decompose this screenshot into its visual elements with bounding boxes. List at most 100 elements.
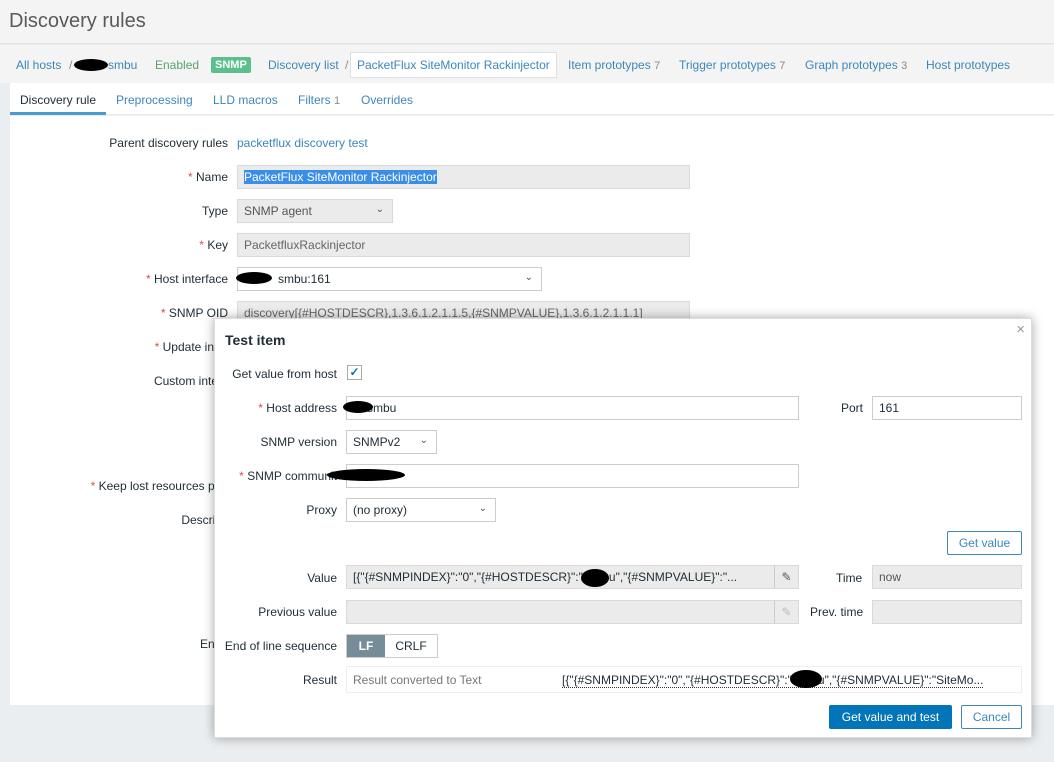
count: 1 xyxy=(334,95,341,107)
text: Keep lost resources peri xyxy=(98,479,228,493)
tab-overrides[interactable]: Overrides xyxy=(361,93,413,107)
type-label: Type xyxy=(201,204,228,218)
proxy-select[interactable]: (no proxy) ⌄ xyxy=(346,498,496,522)
result-label: Result xyxy=(302,673,337,687)
status-enabled[interactable]: Enabled xyxy=(155,58,199,72)
value: SNMP agent xyxy=(244,204,312,218)
selected-text: PacketFlux SiteMonitor Rackinjector xyxy=(244,170,437,184)
result-hint: Result converted to Text xyxy=(353,673,482,687)
name-input[interactable]: PacketFlux SiteMonitor Rackinjector xyxy=(237,165,690,189)
name-label: * Name xyxy=(187,170,228,184)
result-value[interactable]: [{"{#SNMPINDEX}":"0","{#HOSTDESCR}":" sm… xyxy=(562,673,984,688)
interface-label: * Host interface xyxy=(145,272,228,286)
interface-select[interactable]: smbu:161 ⌄ xyxy=(237,267,542,291)
text: Key xyxy=(207,238,228,252)
label: Graph prototypes xyxy=(805,58,898,72)
chevron-down-icon: ⌄ xyxy=(419,435,428,446)
tab-bar: Discovery rule Preprocessing LLD macros … xyxy=(10,83,1054,115)
value-input[interactable]: [{"{#SNMPINDEX}":"0","{#HOSTDESCR}":" sm… xyxy=(346,565,799,589)
prev-time-label: Prev. time xyxy=(810,605,864,619)
key-label: * Key xyxy=(199,238,228,252)
previous-value-label: Previous value xyxy=(258,605,337,619)
breadcrumb-current[interactable]: PacketFlux SiteMonitor Rackinjector xyxy=(350,52,557,78)
page-header xyxy=(0,0,1054,44)
pencil-icon[interactable]: ✎ xyxy=(774,566,798,588)
breadcrumb-separator: / xyxy=(345,58,349,72)
value: (no proxy) xyxy=(353,503,408,517)
tab-filters[interactable]: Filters 1 xyxy=(298,93,340,107)
update-interval-label: * Update inter xyxy=(154,340,228,354)
eol-label: End of line sequence xyxy=(224,639,337,653)
host-address-input[interactable]: -smbu xyxy=(346,396,799,420)
label: Item prototypes xyxy=(568,58,651,72)
redaction xyxy=(327,469,405,481)
count: 7 xyxy=(654,60,661,72)
enabled-label: Enab xyxy=(10,637,228,651)
host-address-label: * Host address xyxy=(258,401,337,415)
get-from-host-label: Get value from host xyxy=(232,367,337,381)
community-input[interactable] xyxy=(346,464,799,488)
parent-link[interactable]: packetflux discovery test xyxy=(237,136,368,150)
parent-label: Parent discovery rules xyxy=(109,136,228,150)
page-title: Discovery rules xyxy=(9,10,146,32)
proxy-label: Proxy xyxy=(306,503,337,517)
value: [{"{#SNMPINDEX}":"0","{#HOSTDESCR}":" sm… xyxy=(353,570,738,584)
eol-option-crlf[interactable]: CRLF xyxy=(385,635,437,657)
eol-toggle: LF CRLF xyxy=(346,634,438,658)
tab-lld-macros[interactable]: LLD macros xyxy=(213,93,278,107)
test-item-dialog: Test item × Get value from host ✓ * Host… xyxy=(214,318,1032,738)
get-value-and-test-button[interactable]: Get value and test xyxy=(829,705,952,729)
label: Trigger prototypes xyxy=(679,58,776,72)
breadcrumb-host[interactable]: smbu xyxy=(108,58,137,72)
redaction xyxy=(581,569,609,587)
eol-option-lf[interactable]: LF xyxy=(347,635,385,657)
custom-intervals-label: Custom interv xyxy=(153,374,228,388)
text: Host interface xyxy=(153,272,228,286)
redaction xyxy=(790,670,822,688)
breadcrumb-all-hosts[interactable]: All hosts xyxy=(16,58,61,72)
label: Filters xyxy=(298,93,331,107)
type-select[interactable]: SNMP agent ⌄ xyxy=(237,199,393,223)
previous-value-input[interactable]: ✎ xyxy=(346,600,799,624)
redaction xyxy=(236,272,272,284)
port-label: Port xyxy=(841,401,864,415)
cancel-button[interactable]: Cancel xyxy=(961,705,1022,729)
time-input[interactable]: now xyxy=(872,565,1022,589)
tab-preprocessing[interactable]: Preprocessing xyxy=(116,93,193,107)
dialog-title: Test item xyxy=(225,332,286,348)
time-label: Time xyxy=(836,571,863,585)
item-prototypes-link[interactable]: Item prototypes 7 xyxy=(568,58,660,72)
description-label: Descripti xyxy=(181,513,228,527)
host-prototypes-link[interactable]: Host prototypes xyxy=(926,58,1010,72)
chevron-down-icon: ⌄ xyxy=(375,204,384,215)
prev-time-input[interactable] xyxy=(872,600,1022,624)
snmp-badge: SNMP xyxy=(211,57,251,73)
breadcrumb-separator: / xyxy=(69,58,73,72)
trigger-prototypes-link[interactable]: Trigger prototypes 7 xyxy=(679,58,785,72)
count: 7 xyxy=(779,60,786,72)
value: smbu:161 xyxy=(278,272,331,286)
value: SNMPv2 xyxy=(353,435,401,449)
community-label: * SNMP communit xyxy=(239,469,337,483)
port-input[interactable]: 161 xyxy=(872,396,1022,420)
graph-prototypes-link[interactable]: Graph prototypes 3 xyxy=(805,58,907,72)
text: Name xyxy=(195,170,228,184)
tab-discovery-rule[interactable]: Discovery rule xyxy=(20,93,96,107)
snmp-version-select[interactable]: SNMPv2 ⌄ xyxy=(346,430,437,454)
count: 3 xyxy=(901,60,908,72)
key-input[interactable]: PacketfluxRackinjector xyxy=(237,233,690,257)
chevron-down-icon: ⌄ xyxy=(478,503,487,514)
redaction xyxy=(74,59,108,71)
snmp-version-label: SNMP version xyxy=(260,435,337,449)
breadcrumb-discovery-list[interactable]: Discovery list xyxy=(268,58,339,72)
breadcrumb: All hosts / smbu Enabled SNMP Discovery … xyxy=(0,45,1054,83)
result-box: Result converted to Text [{"{#SNMPINDEX}… xyxy=(346,666,1022,693)
oid-label: * SNMP OID xyxy=(160,306,228,320)
redaction xyxy=(343,401,373,413)
text: Host address xyxy=(266,401,337,415)
get-value-button[interactable]: Get value xyxy=(947,531,1022,555)
value-label: Value xyxy=(307,571,337,585)
get-from-host-checkbox[interactable]: ✓ xyxy=(347,365,362,380)
close-icon[interactable]: × xyxy=(1016,321,1025,338)
active-tab-indicator xyxy=(10,112,106,115)
